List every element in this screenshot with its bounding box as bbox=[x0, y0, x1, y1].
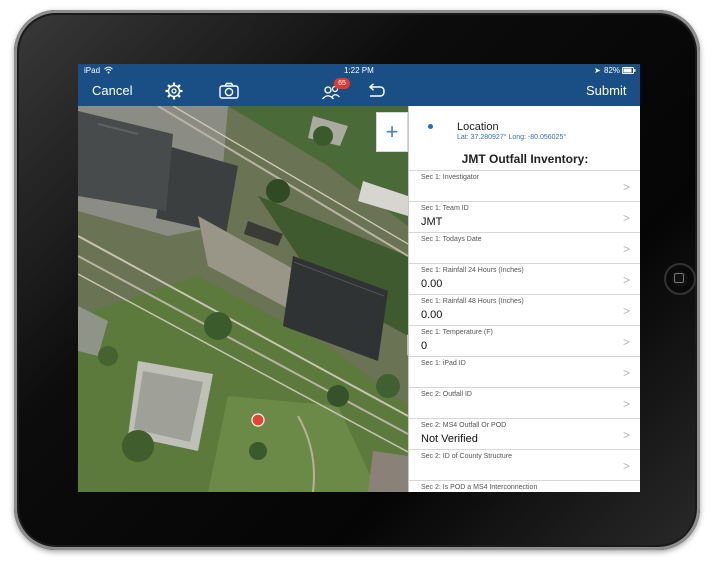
field-label: Sec 2: ID of County Structure bbox=[421, 453, 513, 460]
battery-percent: 82% bbox=[604, 66, 621, 75]
field-rainfall-24[interactable]: Sec 1: Rainfall 24 Hours (Inches) 0.00 > bbox=[409, 263, 640, 294]
field-value: 0.00 bbox=[421, 278, 443, 290]
chevron-right-icon: > bbox=[622, 242, 630, 256]
gear-icon[interactable] bbox=[164, 81, 184, 106]
location-arrow-icon: ➤ bbox=[594, 66, 601, 75]
undo-icon[interactable] bbox=[365, 81, 387, 106]
field-label: Sec 2: Is POD a MS4 Interconnection bbox=[421, 484, 538, 491]
location-row[interactable]: Location Lat: 37.280927° Long: -80.05602… bbox=[409, 106, 640, 142]
status-bar: iPad 1:22 PM ➤ 82% bbox=[78, 64, 640, 78]
location-title: Location bbox=[457, 121, 499, 133]
location-coords: Lat: 37.280927° Long: -80.056025° bbox=[457, 134, 567, 141]
field-value: JMT bbox=[421, 216, 443, 228]
field-temperature[interactable]: Sec 1: Temperature (F) 0 > bbox=[409, 325, 640, 356]
chevron-right-icon: > bbox=[622, 366, 630, 380]
field-todays-date[interactable]: Sec 1: Todays Date > bbox=[409, 232, 640, 263]
screen: iPad 1:22 PM ➤ 82% Cancel 65 Submit + Lo… bbox=[78, 64, 640, 492]
field-value: 0.00 bbox=[421, 309, 443, 321]
submit-button[interactable]: Submit bbox=[586, 83, 626, 98]
field-label: Sec 1: Rainfall 48 Hours (Inches) bbox=[421, 298, 524, 305]
chevron-right-icon: > bbox=[622, 428, 630, 442]
chevron-right-icon: > bbox=[623, 490, 630, 492]
field-label: Sec 1: Temperature (F) bbox=[421, 329, 493, 336]
chevron-right-icon: > bbox=[622, 273, 630, 287]
field-pod-ms4-interconnection[interactable]: Sec 2: Is POD a MS4 Interconnection > bbox=[409, 480, 640, 492]
map-marker[interactable] bbox=[251, 413, 265, 427]
camera-icon[interactable] bbox=[218, 81, 240, 106]
field-value: 0 bbox=[421, 340, 428, 352]
field-label: Sec 1: Rainfall 24 Hours (Inches) bbox=[421, 267, 524, 274]
satellite-map[interactable] bbox=[78, 106, 408, 492]
chevron-right-icon: > bbox=[622, 459, 630, 473]
clock: 1:22 PM bbox=[344, 66, 374, 75]
home-button[interactable] bbox=[664, 263, 696, 295]
field-value: Not Verified bbox=[421, 433, 478, 445]
field-county-structure-id[interactable]: Sec 2: ID of County Structure > bbox=[409, 449, 640, 480]
form-panel: Location Lat: 37.280927° Long: -80.05602… bbox=[408, 106, 640, 492]
field-list: Sec 1: Investigator > Sec 1: Team ID JMT… bbox=[409, 170, 640, 492]
wifi-icon bbox=[104, 66, 113, 76]
battery-icon bbox=[622, 67, 636, 76]
field-ms4-outfall-or-pod[interactable]: Sec 2: MS4 Outfall Or POD Not Verified > bbox=[409, 418, 640, 449]
chevron-right-icon: > bbox=[622, 397, 630, 411]
field-label: Sec 1: iPad ID bbox=[421, 360, 466, 367]
chevron-right-icon: > bbox=[622, 211, 630, 225]
add-location-button[interactable]: + bbox=[376, 112, 408, 152]
field-label: Sec 2: Outfall ID bbox=[421, 391, 472, 398]
field-rainfall-48[interactable]: Sec 1: Rainfall 48 Hours (Inches) 0.00 > bbox=[409, 294, 640, 325]
field-outfall-id[interactable]: Sec 2: Outfall ID > bbox=[409, 387, 640, 418]
field-team-id[interactable]: Sec 1: Team ID JMT > bbox=[409, 201, 640, 232]
location-dot-icon bbox=[428, 124, 433, 129]
notification-badge: 65 bbox=[334, 78, 350, 89]
field-label: Sec 1: Todays Date bbox=[421, 236, 482, 243]
field-label: Sec 1: Investigator bbox=[421, 174, 479, 181]
chevron-right-icon: > bbox=[622, 304, 630, 318]
cancel-button[interactable]: Cancel bbox=[92, 83, 132, 98]
field-label: Sec 1: Team ID bbox=[421, 205, 469, 212]
field-label: Sec 2: MS4 Outfall Or POD bbox=[421, 422, 507, 429]
nav-bar: Cancel 65 Submit bbox=[78, 78, 640, 106]
form-title: JMT Outfall Inventory: bbox=[461, 152, 589, 166]
field-ipad-id[interactable]: Sec 1: iPad ID > bbox=[409, 356, 640, 387]
map-pin-layer bbox=[251, 413, 265, 427]
chevron-right-icon: > bbox=[622, 180, 630, 194]
carrier-label: iPad bbox=[84, 66, 101, 75]
field-investigator[interactable]: Sec 1: Investigator > bbox=[409, 170, 640, 201]
chevron-right-icon: > bbox=[622, 335, 630, 349]
